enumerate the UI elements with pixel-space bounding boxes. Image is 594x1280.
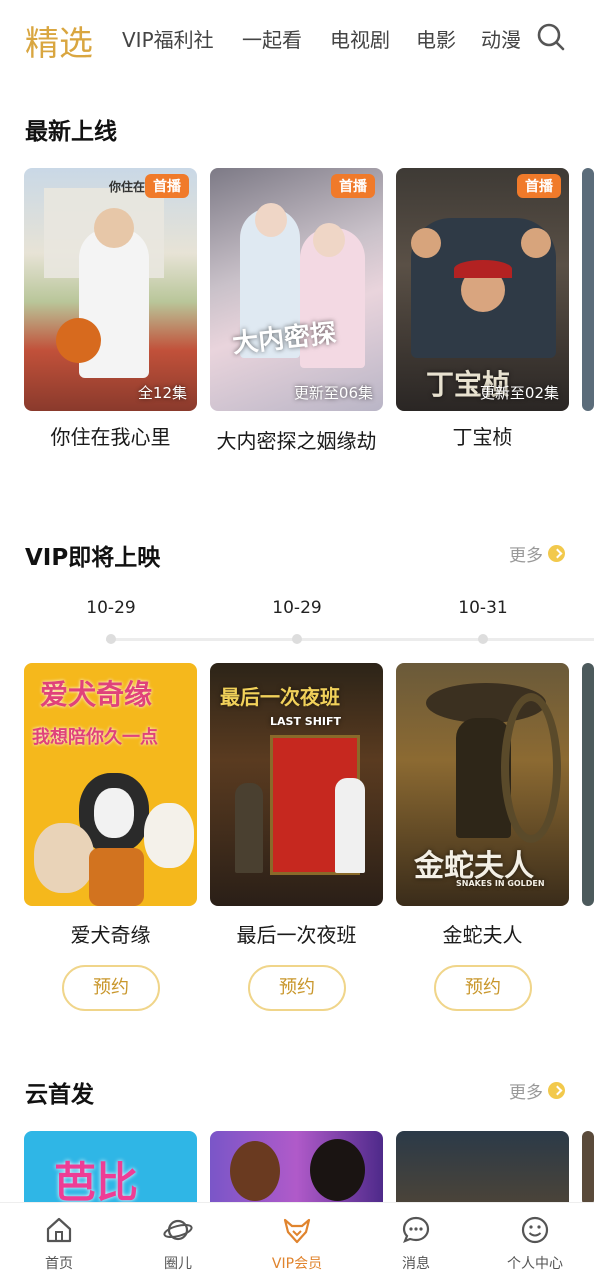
nav-label: 首页 bbox=[45, 1256, 73, 1272]
nav-label: 消息 bbox=[402, 1256, 430, 1272]
more-label: 更多 bbox=[509, 1083, 543, 1103]
poster-art-subtext: 我想陪你久一点 bbox=[32, 727, 158, 748]
poster-latest-peek[interactable] bbox=[582, 168, 594, 411]
nav-label: 个人中心 bbox=[507, 1256, 563, 1272]
release-date: 10-31 bbox=[458, 598, 508, 618]
title-upcoming-3[interactable]: 金蛇夫人 bbox=[396, 918, 569, 952]
poster-upcoming-2[interactable]: 最后一次夜班 LAST SHIFT bbox=[210, 663, 383, 906]
tab-featured[interactable]: 精选 bbox=[25, 16, 93, 65]
nav-home[interactable]: 首页 bbox=[0, 1203, 118, 1280]
more-link-cloud-premiere[interactable]: 更多 bbox=[509, 1078, 565, 1103]
reserve-button[interactable]: 预约 bbox=[434, 965, 532, 1011]
title-upcoming-1[interactable]: 爱犬奇缘 bbox=[24, 918, 197, 952]
release-date: 10-29 bbox=[272, 598, 322, 618]
poster-upcoming-peek[interactable] bbox=[582, 663, 594, 906]
section-title-latest: 最新上线 bbox=[25, 119, 117, 145]
title-upcoming-2[interactable]: 最后一次夜班 bbox=[210, 918, 383, 952]
poster-cloud-peek[interactable] bbox=[582, 1131, 594, 1206]
poster-art-text: 最后一次夜班 bbox=[220, 685, 340, 709]
nav-label: 圈儿 bbox=[164, 1256, 192, 1272]
section-title-cloud-premiere: 云首发 bbox=[25, 1082, 94, 1108]
more-link-vip-upcoming[interactable]: 更多 bbox=[509, 541, 565, 566]
poster-art-text: 爱犬奇缘 bbox=[40, 678, 153, 711]
reserve-button[interactable]: 预约 bbox=[248, 965, 346, 1011]
timeline-dot bbox=[106, 634, 116, 644]
poster-cloud-1[interactable]: 芭比 bbox=[24, 1131, 197, 1206]
title-latest-1[interactable]: 你住在我心里 bbox=[24, 420, 197, 454]
poster-latest-3[interactable]: 丁宝桢 首播 更新至02集 bbox=[396, 168, 569, 411]
timeline-dot bbox=[478, 634, 488, 644]
home-icon bbox=[46, 1217, 72, 1243]
planet-icon bbox=[163, 1219, 193, 1241]
release-date: 10-29 bbox=[86, 598, 136, 618]
nav-label: VIP会员 bbox=[271, 1256, 323, 1272]
arrow-right-icon bbox=[548, 545, 565, 562]
section-title-vip-upcoming: VIP即将上映 bbox=[25, 545, 161, 571]
title-latest-3[interactable]: 丁宝桢 bbox=[396, 420, 569, 454]
poster-cloud-2[interactable] bbox=[210, 1131, 383, 1206]
tab-anime[interactable]: 动漫 bbox=[481, 24, 521, 53]
nav-messages[interactable]: 消息 bbox=[357, 1203, 475, 1280]
tab-watch-together[interactable]: 一起看 bbox=[242, 24, 302, 53]
vip-fox-icon bbox=[283, 1218, 311, 1244]
message-icon bbox=[402, 1216, 430, 1243]
tab-vip-welfare[interactable]: VIP福利社 bbox=[122, 24, 214, 53]
title-latest-2[interactable]: 大内密探之姻缘劫 bbox=[210, 424, 383, 458]
poster-art-text: 你住在 bbox=[109, 180, 146, 194]
poster-art-subtext: SNAKES IN GOLDEN bbox=[456, 879, 545, 888]
premiere-badge: 首播 bbox=[145, 174, 189, 198]
nav-vip[interactable]: VIP会员 bbox=[238, 1203, 356, 1280]
poster-latest-2[interactable]: 大内密探 首播 更新至06集 bbox=[210, 168, 383, 411]
reserve-button[interactable]: 预约 bbox=[62, 965, 160, 1011]
arrow-right-icon bbox=[548, 1082, 565, 1099]
poster-upcoming-1[interactable]: 爱犬奇缘 我想陪你久一点 bbox=[24, 663, 197, 906]
poster-latest-1[interactable]: 你住在 首播 全12集 bbox=[24, 168, 197, 411]
poster-art-subtext: LAST SHIFT bbox=[270, 715, 342, 728]
episode-count: 更新至06集 bbox=[293, 384, 373, 402]
poster-art-text: 芭比 bbox=[54, 1158, 139, 1206]
bottom-nav: 首页 圈儿 VIP会员 消息 个人中心 bbox=[0, 1202, 594, 1280]
episode-count: 全12集 bbox=[137, 384, 187, 402]
tab-movies[interactable]: 电影 bbox=[416, 24, 456, 53]
smiley-icon bbox=[521, 1216, 549, 1244]
timeline-dot bbox=[292, 634, 302, 644]
episode-count: 更新至02集 bbox=[479, 384, 559, 402]
tab-tv-series[interactable]: 电视剧 bbox=[330, 24, 390, 53]
nav-circle[interactable]: 圈儿 bbox=[119, 1203, 237, 1280]
more-label: 更多 bbox=[509, 546, 543, 566]
poster-cloud-3[interactable] bbox=[396, 1131, 569, 1206]
search-icon[interactable] bbox=[536, 22, 566, 52]
top-nav: 精选 VIP福利社 一起看 电视剧 电影 动漫 bbox=[0, 0, 594, 80]
premiere-badge: 首播 bbox=[331, 174, 375, 198]
timeline-track bbox=[106, 638, 594, 641]
poster-upcoming-3[interactable]: 金蛇夫人 SNAKES IN GOLDEN bbox=[396, 663, 569, 906]
premiere-badge: 首播 bbox=[517, 174, 561, 198]
nav-profile[interactable]: 个人中心 bbox=[476, 1203, 594, 1280]
